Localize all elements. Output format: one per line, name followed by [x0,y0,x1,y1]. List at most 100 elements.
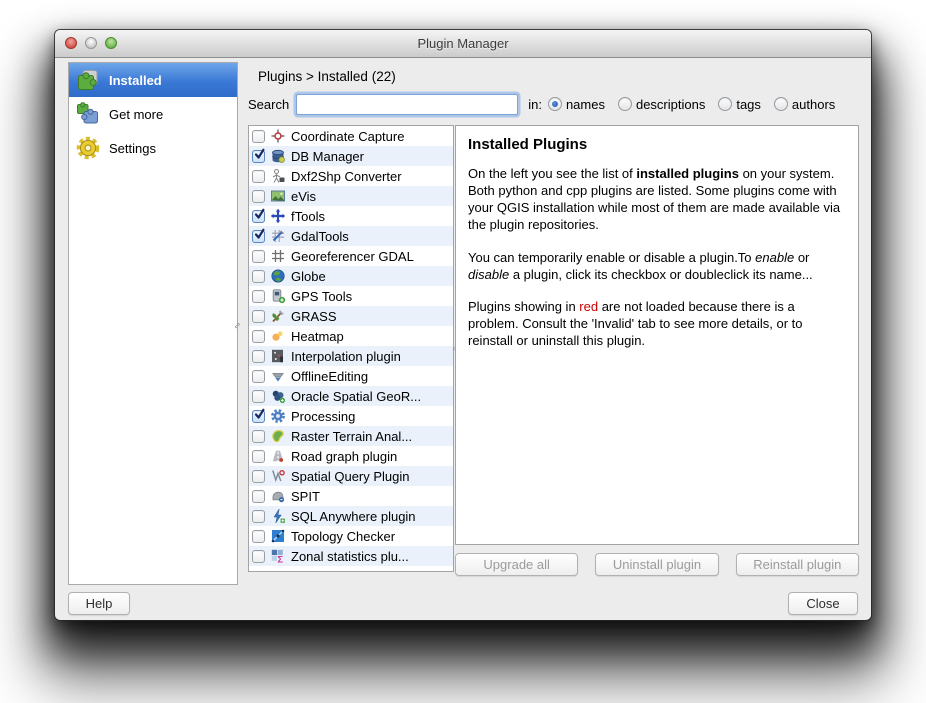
zonal-statistics-icon: Σ [270,548,286,564]
plugin-name: SPIT [291,489,320,504]
sql-anywhere-icon [270,508,286,524]
plugin-row[interactable]: Dxf2Shp Converter [249,166,453,186]
plugin-checkbox[interactable] [252,430,265,443]
close-button[interactable]: Close [788,592,858,615]
plugin-row[interactable]: Oracle Spatial GeoR... [249,386,453,406]
sidebar-item-settings[interactable]: Settings [69,131,237,165]
plugin-name: GPS Tools [291,289,352,304]
spit-icon [270,488,286,504]
plugin-checkbox[interactable] [252,210,265,223]
topology-checker-icon [270,528,286,544]
georeferencer-grid-icon [270,248,286,264]
minimize-window-button[interactable] [85,37,97,49]
plugin-row[interactable]: SQL Anywhere plugin [249,506,453,526]
plugin-checkbox[interactable] [252,550,265,563]
plugin-row[interactable]: Topology Checker [249,526,453,546]
radio-button-names[interactable] [548,97,562,111]
db-manager-icon [270,148,286,164]
plugin-row[interactable]: OfflineEditing [249,366,453,386]
plugin-row[interactable]: Raster Terrain Anal... [249,426,453,446]
plugin-row[interactable]: SPIT [249,486,453,506]
plugin-checkbox[interactable] [252,330,265,343]
plugin-checkbox[interactable] [252,130,265,143]
offline-editing-icon [270,368,286,384]
plugin-checkbox[interactable] [252,310,265,323]
search-label: Search [248,97,289,112]
scope-label: descriptions [636,97,705,112]
description-text: Plugins showing in [468,299,579,314]
plugin-checkbox[interactable] [252,250,265,263]
plugin-row[interactable]: Spatial Query Plugin [249,466,453,486]
plugin-name: GdalTools [291,229,349,244]
plugin-row[interactable]: Heatmap [249,326,453,346]
plugin-row[interactable]: Globe [249,266,453,286]
splitter-handle[interactable]: ∿ [231,322,242,330]
plugin-checkbox[interactable] [252,410,265,423]
road-graph-icon [270,448,286,464]
plugin-row[interactable]: Road graph plugin [249,446,453,466]
sidebar-item-label: Installed [109,73,162,88]
scope-label: tags [736,97,761,112]
plugin-row[interactable]: Coordinate Capture [249,126,453,146]
plugin-row[interactable]: DB Manager [249,146,453,166]
plugin-row[interactable]: Interpolation plugin [249,346,453,366]
plugin-checkbox[interactable] [252,370,265,383]
sidebar-item-installed[interactable]: Installed [69,63,237,97]
plugin-checkbox[interactable] [252,230,265,243]
plugin-checkbox[interactable] [252,150,265,163]
plugin-row[interactable]: ΣZonal statistics plu... [249,546,453,566]
scope-option-authors[interactable]: authors [774,97,835,112]
plugin-checkbox[interactable] [252,490,265,503]
interpolation-icon [270,348,286,364]
plugin-row[interactable]: Georeferencer GDAL [249,246,453,266]
radio-button-descriptions[interactable] [618,97,632,111]
plugin-checkbox[interactable] [252,190,265,203]
plugin-row[interactable]: GRASS [249,306,453,326]
zoom-window-button[interactable] [105,37,117,49]
plugin-row[interactable]: eVis [249,186,453,206]
plugin-checkbox[interactable] [252,350,265,363]
reinstall-plugin-button[interactable]: Reinstall plugin [736,553,859,576]
close-window-button[interactable] [65,37,77,49]
description-paragraph: You can temporarily enable or disable a … [468,249,846,283]
plugin-checkbox[interactable] [252,470,265,483]
plugin-row[interactable]: GPS Tools [249,286,453,306]
scope-option-names[interactable]: names [548,97,605,112]
description-text: or [794,250,809,265]
get-more-plugins-icon [75,101,101,127]
gdaltools-icon [270,228,286,244]
coordinate-capture-icon [270,128,286,144]
plugin-checkbox[interactable] [252,390,265,403]
plugin-checkbox[interactable] [252,450,265,463]
title-bar[interactable]: Plugin Manager [55,30,871,58]
sidebar-item-get-more[interactable]: Get more [69,97,237,131]
processing-gear-icon [270,408,286,424]
plugin-checkbox[interactable] [252,510,265,523]
plugin-row[interactable]: Processing [249,406,453,426]
radio-button-authors[interactable] [774,97,788,111]
sidebar: Installed Get moreSettings [68,62,238,585]
dxf2shp-converter-icon [270,168,286,184]
uninstall-plugin-button[interactable]: Uninstall plugin [595,553,718,576]
scope-option-tags[interactable]: tags [718,97,761,112]
plugin-checkbox[interactable] [252,530,265,543]
scope-option-descriptions[interactable]: descriptions [618,97,705,112]
settings-gear-icon [75,135,101,161]
plugin-checkbox[interactable] [252,270,265,283]
plugin-name: GRASS [291,309,337,324]
plugin-checkbox[interactable] [252,170,265,183]
plugin-name: OfflineEditing [291,369,368,384]
plugin-checkbox[interactable] [252,290,265,303]
raster-terrain-icon [270,428,286,444]
help-button[interactable]: Help [68,592,130,615]
plugin-name: DB Manager [291,149,364,164]
plugin-row[interactable]: GdalTools [249,226,453,246]
plugin-row[interactable]: fTools [249,206,453,226]
upgrade-all-button[interactable]: Upgrade all [455,553,578,576]
search-input[interactable] [296,94,518,115]
description-text: disable [468,267,509,282]
radio-button-tags[interactable] [718,97,732,111]
plugin-name: Globe [291,269,326,284]
installed-plugins-icon [75,67,101,93]
description-text: installed plugins [636,166,739,181]
